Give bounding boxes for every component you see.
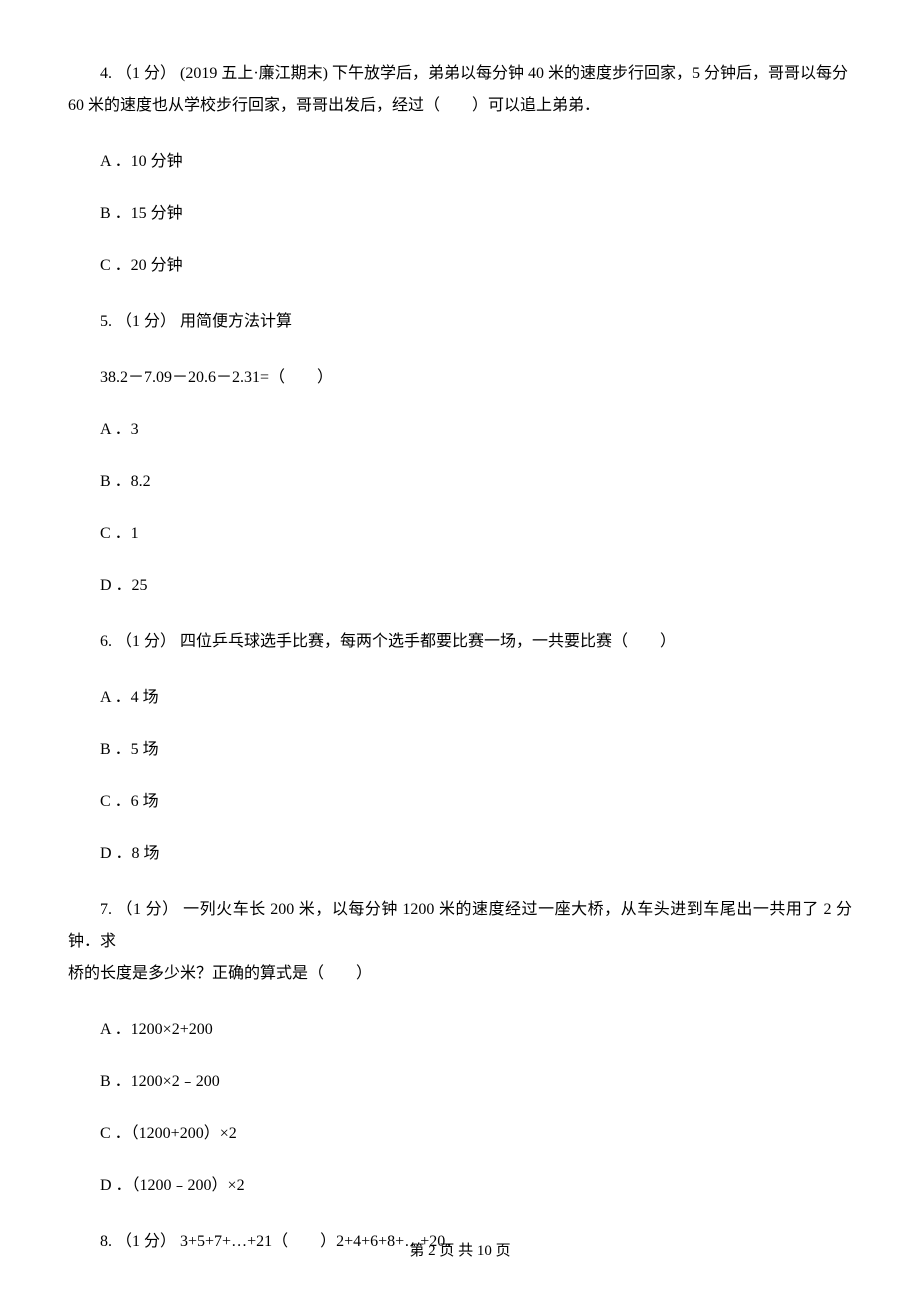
q5-expr: 38.2－7.09－20.6－2.31=（ ）	[68, 366, 852, 390]
q5-option-a: A ．3	[68, 418, 852, 442]
q5-option-b: B ．8.2	[68, 470, 852, 494]
question-4: 4. （1 分） (2019 五上·廉江期末) 下午放学后，弟弟以每分钟 40 …	[68, 58, 852, 278]
question-7: 7. （1 分） 一列火车长 200 米，以每分钟 1200 米的速度经过一座大…	[68, 894, 852, 1198]
q4-line1: 4. （1 分） (2019 五上·廉江期末) 下午放学后，弟弟以每分钟 40 …	[68, 58, 852, 90]
q6-option-b: B ．5 场	[68, 738, 852, 762]
page-footer: 第 2 页 共 10 页	[0, 1240, 920, 1263]
q5-line1: 5. （1 分） 用简便方法计算	[68, 306, 852, 338]
q6-option-d: D ．8 场	[68, 842, 852, 866]
q7-option-b: B ．1200×2﹣200	[68, 1070, 852, 1094]
q4-option-a: A ．10 分钟	[68, 150, 852, 174]
q5-option-d: D ．25	[68, 574, 852, 598]
q7-option-a: A ．1200×2+200	[68, 1018, 852, 1042]
page-content: 4. （1 分） (2019 五上·廉江期末) 下午放学后，弟弟以每分钟 40 …	[0, 0, 920, 1258]
q7-option-c: C ．（1200+200）×2	[68, 1122, 852, 1146]
q7-line1: 7. （1 分） 一列火车长 200 米，以每分钟 1200 米的速度经过一座大…	[68, 894, 852, 958]
question-6: 6. （1 分） 四位乒乓球选手比赛，每两个选手都要比赛一场，一共要比赛（ ） …	[68, 626, 852, 866]
q4-line2: 60 米的速度也从学校步行回家，哥哥出发后，经过（ ）可以追上弟弟．	[68, 90, 852, 122]
q7-option-d: D ．（1200﹣200）×2	[68, 1174, 852, 1198]
q6-line1: 6. （1 分） 四位乒乓球选手比赛，每两个选手都要比赛一场，一共要比赛（ ）	[68, 626, 852, 658]
q6-option-a: A ．4 场	[68, 686, 852, 710]
q5-option-c: C ．1	[68, 522, 852, 546]
q7-line2: 桥的长度是多少米？正确的算式是（ ）	[68, 958, 852, 990]
q4-option-b: B ．15 分钟	[68, 202, 852, 226]
question-5: 5. （1 分） 用简便方法计算 38.2－7.09－20.6－2.31=（ ）…	[68, 306, 852, 598]
q6-option-c: C ．6 场	[68, 790, 852, 814]
q4-option-c: C ．20 分钟	[68, 254, 852, 278]
